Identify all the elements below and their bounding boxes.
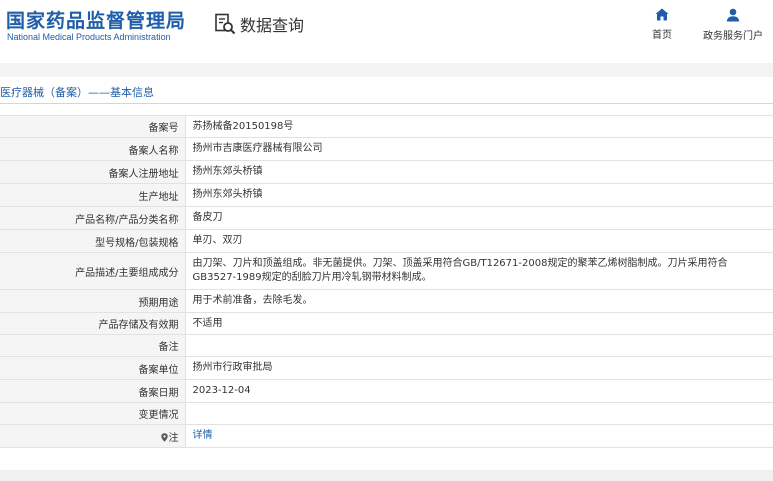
field-value: 扬州市吉康医疗器械有限公司: [185, 137, 773, 161]
field-value: 单刃、双刃: [185, 229, 773, 253]
field-label: 备案人名称: [0, 137, 186, 161]
logo-english[interactable]: National Medical Products Administration: [7, 32, 171, 42]
detail-table: 备案号 苏扬械备20150198号 备案人名称 扬州市吉康医疗器械有限公司 备案…: [0, 115, 773, 448]
field-value: [185, 334, 773, 357]
field-label: 产品描述/主要组成成分: [0, 252, 186, 290]
table-row: 备案单位 扬州市行政审批局: [0, 356, 773, 380]
field-value: 备皮刀: [185, 206, 773, 230]
table-row: 产品存储及有效期 不适用: [0, 312, 773, 335]
field-value: 不适用: [185, 312, 773, 335]
nav-home-label: 首页: [652, 30, 672, 41]
note-label-cell: 注: [0, 424, 186, 448]
table-row: 备案人注册地址 扬州东郊头桥镇: [0, 160, 773, 184]
table-row: 生产地址 扬州东郊头桥镇: [0, 183, 773, 207]
section-title: 医疗器械（备案）——基本信息: [0, 86, 154, 99]
field-label: 产品存储及有效期: [0, 312, 186, 335]
field-label: 变更情况: [0, 402, 186, 425]
field-value: 扬州市行政审批局: [185, 356, 773, 380]
field-value: 扬州东郊头桥镇: [185, 160, 773, 184]
field-label: 备案单位: [0, 356, 186, 380]
section-divider: [0, 103, 773, 104]
field-label: 型号规格/包装规格: [0, 229, 186, 253]
details-link[interactable]: 详情: [193, 430, 213, 441]
nav-home-button[interactable]: 首页: [648, 8, 676, 41]
field-value: 由刀架、刀片和顶盖组成。非无菌提供。刀架、顶盖采用符合GB/T12671-200…: [185, 252, 773, 290]
table-row: 产品名称/产品分类名称 备皮刀: [0, 206, 773, 230]
table-row: 备案号 苏扬械备20150198号: [0, 115, 773, 138]
field-value: 2023-12-04: [185, 379, 773, 403]
field-label: 备注: [0, 334, 186, 357]
field-label: 备案人注册地址: [0, 160, 186, 184]
nav-service-label: 政务服务门户: [703, 31, 763, 42]
user-icon: [726, 8, 740, 22]
site-header: 国家药品监督管理局 National Medical Products Admi…: [0, 0, 773, 63]
table-row: 产品描述/主要组成成分 由刀架、刀片和顶盖组成。非无菌提供。刀架、顶盖采用符合G…: [0, 252, 773, 290]
note-value-cell: 详情: [185, 424, 773, 448]
logo-chinese[interactable]: 国家药品监督管理局: [6, 6, 186, 33]
field-label: 产品名称/产品分类名称: [0, 206, 186, 230]
field-label: 备案日期: [0, 379, 186, 403]
field-value: [185, 402, 773, 425]
table-row: 预期用途 用于术前准备，去除毛发。: [0, 289, 773, 313]
field-label: 预期用途: [0, 289, 186, 313]
table-row: 型号规格/包装规格 单刃、双刃: [0, 229, 773, 253]
table-row: 备案日期 2023-12-04: [0, 379, 773, 403]
table-row: 备注: [0, 334, 773, 357]
field-label: 生产地址: [0, 183, 186, 207]
field-label: 备案号: [0, 115, 186, 138]
field-value: 用于术前准备，去除毛发。: [185, 289, 773, 313]
table-row: 变更情况: [0, 402, 773, 425]
field-value: 扬州东郊头桥镇: [185, 183, 773, 207]
location-pin-icon: [160, 432, 168, 442]
table-row: 注 详情: [0, 424, 773, 448]
home-icon: [655, 8, 669, 21]
footer-band: [0, 470, 773, 481]
data-query-link[interactable]: 数据查询: [214, 12, 304, 36]
header-divider-band: [0, 63, 773, 77]
field-label: 注: [168, 432, 179, 444]
data-query-label: 数据查询: [240, 16, 305, 35]
document-search-icon: [215, 13, 236, 35]
table-row: 备案人名称 扬州市吉康医疗器械有限公司: [0, 137, 773, 161]
nav-service-portal-button[interactable]: 政务服务门户: [700, 8, 766, 42]
field-value: 苏扬械备20150198号: [185, 115, 773, 138]
